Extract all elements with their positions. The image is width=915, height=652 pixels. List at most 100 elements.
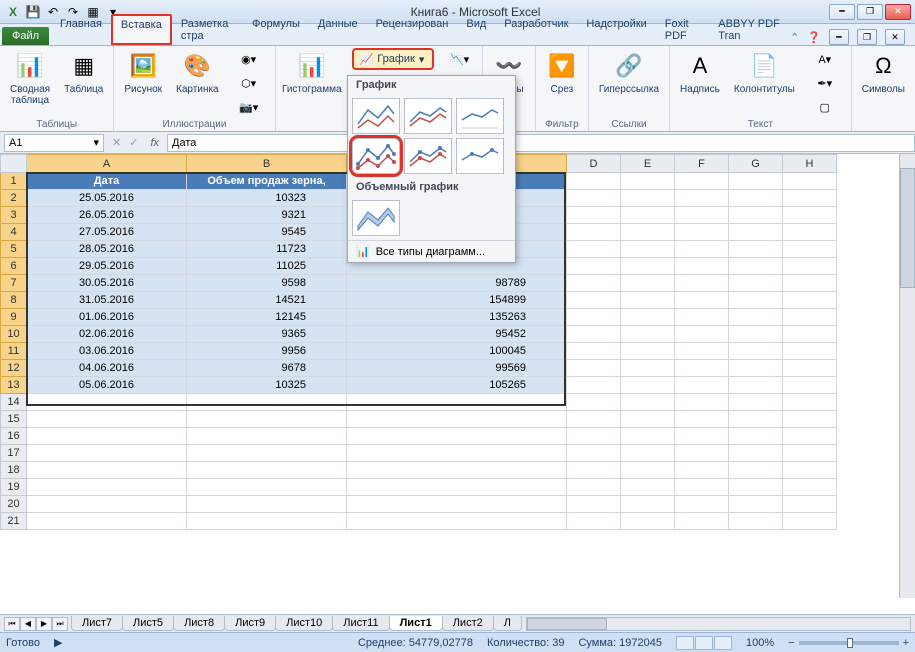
sheet-last-button[interactable]: ⏭ — [52, 617, 68, 631]
minimize-button[interactable]: ━ — [829, 4, 855, 20]
chart-line-100stacked-markers[interactable] — [456, 138, 504, 174]
cell[interactable] — [783, 462, 837, 479]
cell[interactable] — [347, 479, 567, 496]
data-cell[interactable]: 27.05.2016 — [27, 224, 187, 241]
cell[interactable] — [675, 496, 729, 513]
signature-button[interactable]: ✒▾ — [805, 72, 845, 94]
ribbon-tab-0[interactable]: Главная — [51, 14, 111, 45]
line-chart-button[interactable]: 📈 График ▾ — [352, 48, 434, 70]
cell[interactable] — [567, 343, 621, 360]
col-header-H[interactable]: H — [783, 155, 837, 173]
cell[interactable] — [675, 445, 729, 462]
ribbon-tab-3[interactable]: Формулы — [243, 14, 309, 45]
col-header-G[interactable]: G — [729, 155, 783, 173]
data-cell[interactable]: 9545 — [187, 224, 347, 241]
symbols-button[interactable]: Ω Символы — [858, 48, 909, 97]
row-header-17[interactable]: 17 — [1, 445, 27, 462]
cell[interactable] — [27, 411, 187, 428]
data-cell[interactable]: 105265 — [347, 377, 567, 394]
cell[interactable] — [621, 462, 675, 479]
data-cell[interactable]: 25.05.2016 — [27, 190, 187, 207]
hscroll-thumb[interactable] — [527, 618, 607, 630]
header-footer-button[interactable]: 📄 Колонтитулы — [730, 48, 799, 97]
cell[interactable] — [27, 445, 187, 462]
data-cell[interactable]: 26.05.2016 — [27, 207, 187, 224]
data-cell[interactable]: 154899 — [347, 292, 567, 309]
col-header-B[interactable]: B — [187, 155, 347, 173]
cell[interactable] — [783, 360, 837, 377]
cell[interactable] — [567, 207, 621, 224]
cell[interactable] — [783, 479, 837, 496]
cell[interactable] — [621, 258, 675, 275]
data-cell[interactable]: 98789 — [347, 275, 567, 292]
doc-close-button[interactable]: ✕ — [885, 29, 905, 45]
doc-minimize-button[interactable]: ━ — [829, 29, 849, 45]
cell[interactable] — [675, 343, 729, 360]
cell[interactable] — [27, 428, 187, 445]
cell[interactable] — [783, 190, 837, 207]
data-cell[interactable]: 9321 — [187, 207, 347, 224]
cell[interactable] — [567, 462, 621, 479]
pivot-table-button[interactable]: 📊 Сводная таблица — [6, 48, 54, 108]
data-cell[interactable]: 95452 — [347, 326, 567, 343]
cell[interactable] — [675, 241, 729, 258]
picture-button[interactable]: 🖼️ Рисунок — [120, 48, 166, 97]
col-header-D[interactable]: D — [567, 155, 621, 173]
help-icon[interactable]: ❓ — [807, 31, 821, 44]
cell[interactable] — [187, 462, 347, 479]
chart-line-markers[interactable] — [352, 138, 400, 174]
cell[interactable] — [567, 445, 621, 462]
row-header-19[interactable]: 19 — [1, 479, 27, 496]
row-header-15[interactable]: 15 — [1, 411, 27, 428]
cell[interactable] — [347, 496, 567, 513]
cell[interactable] — [567, 377, 621, 394]
cell[interactable] — [621, 479, 675, 496]
col-header-A[interactable]: A — [27, 155, 187, 173]
col-header-E[interactable]: E — [621, 155, 675, 173]
view-normal-button[interactable] — [676, 636, 694, 650]
sheet-prev-button[interactable]: ◀ — [20, 617, 36, 631]
cell[interactable] — [621, 496, 675, 513]
cell[interactable] — [783, 241, 837, 258]
cell[interactable] — [729, 428, 783, 445]
cell[interactable] — [567, 394, 621, 411]
sheet-tab-Лист2[interactable]: Лист2 — [442, 616, 494, 631]
data-cell[interactable]: 01.06.2016 — [27, 309, 187, 326]
cell[interactable] — [27, 394, 187, 411]
data-cell[interactable]: 9678 — [187, 360, 347, 377]
file-tab[interactable]: Файл — [2, 27, 49, 45]
cell[interactable] — [729, 173, 783, 190]
cell[interactable] — [729, 207, 783, 224]
cell[interactable] — [621, 343, 675, 360]
cell[interactable] — [621, 207, 675, 224]
data-cell[interactable]: 100045 — [347, 343, 567, 360]
cell[interactable] — [621, 190, 675, 207]
cell[interactable] — [567, 190, 621, 207]
cell[interactable] — [783, 394, 837, 411]
cell[interactable] — [729, 462, 783, 479]
data-cell[interactable]: 99569 — [347, 360, 567, 377]
row-header-7[interactable]: 7 — [1, 275, 27, 292]
cell[interactable] — [621, 292, 675, 309]
ribbon-tab-10[interactable]: ABBYY PDF Tran — [709, 14, 790, 45]
cell[interactable] — [621, 309, 675, 326]
zoom-slider-thumb[interactable] — [847, 638, 853, 648]
cell[interactable] — [567, 496, 621, 513]
chart-line-stacked[interactable] — [404, 98, 452, 134]
cell[interactable] — [567, 275, 621, 292]
fx-icon[interactable]: fx — [142, 137, 167, 149]
chart-line-stacked-markers[interactable] — [404, 138, 452, 174]
cell[interactable] — [567, 258, 621, 275]
row-header-2[interactable]: 2 — [1, 190, 27, 207]
cell[interactable] — [675, 292, 729, 309]
cell[interactable] — [675, 428, 729, 445]
sheet-tab-Лист1[interactable]: Лист1 — [389, 616, 443, 631]
table-button[interactable]: ▦ Таблица — [60, 48, 107, 97]
sheet-first-button[interactable]: ⏮ — [4, 617, 20, 631]
sheet-tab-Лист10[interactable]: Лист10 — [275, 616, 333, 631]
cell[interactable] — [187, 496, 347, 513]
object-button[interactable]: ▢ — [805, 96, 845, 118]
cell[interactable] — [675, 513, 729, 530]
cell[interactable] — [347, 513, 567, 530]
data-cell[interactable]: 14521 — [187, 292, 347, 309]
